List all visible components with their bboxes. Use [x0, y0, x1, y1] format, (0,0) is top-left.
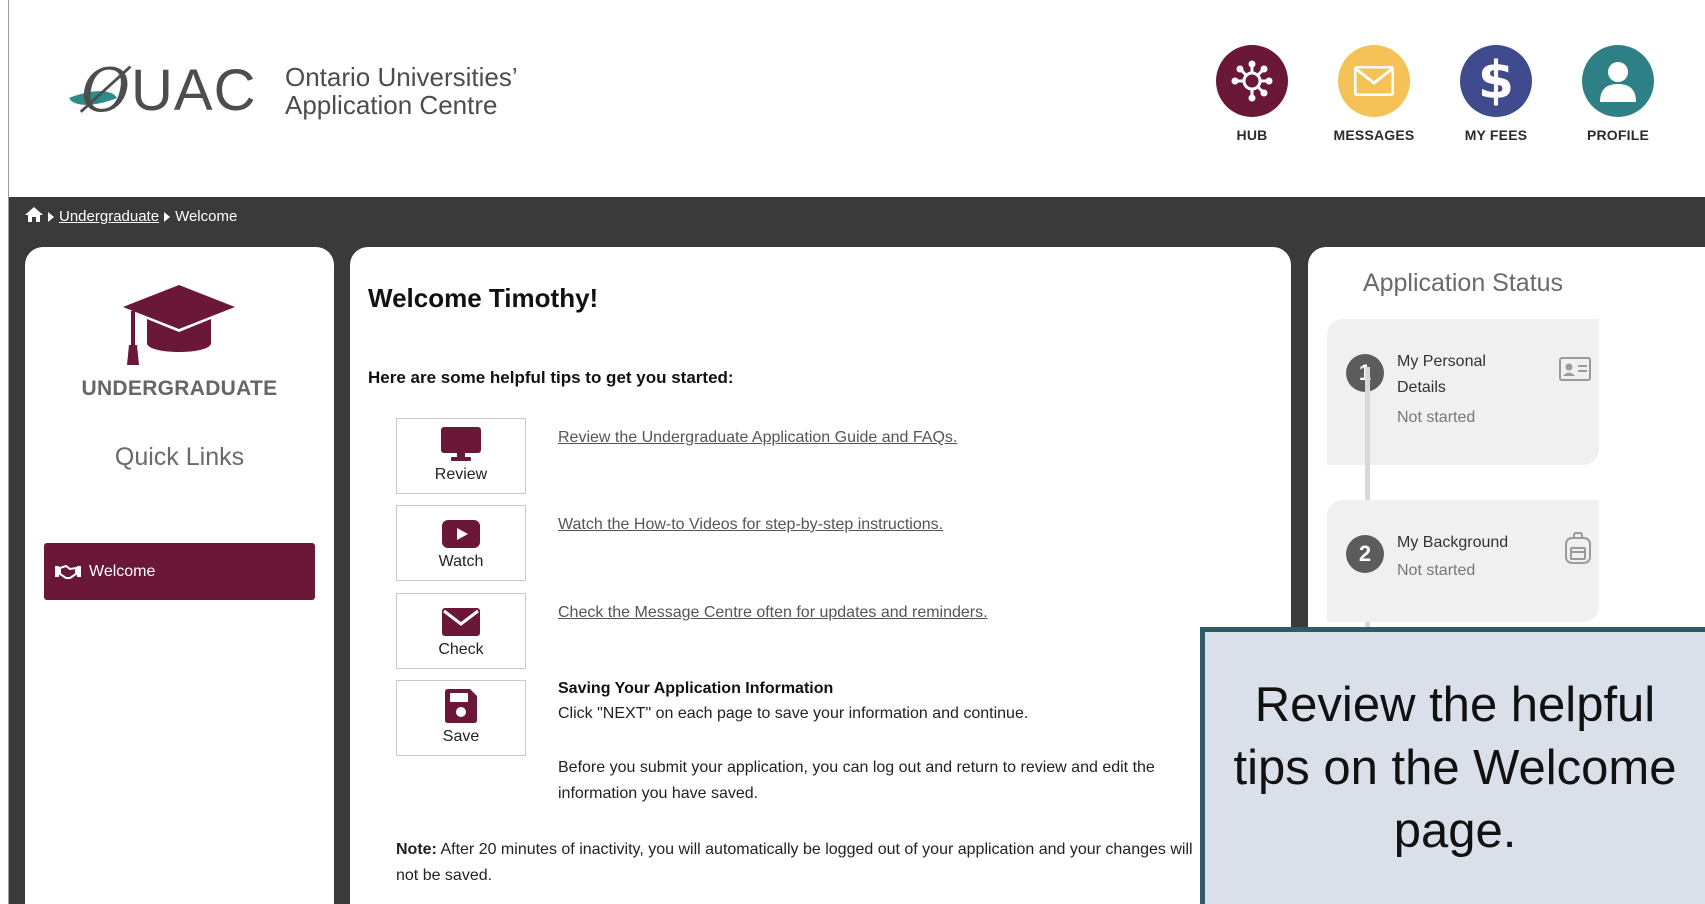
- tip-review-box: Review: [396, 418, 526, 494]
- save-instructions: Click "NEXT" on each page to save your i…: [558, 705, 1029, 722]
- monitor-icon: [397, 419, 525, 461]
- note-text: After 20 minutes of inactivity, you will…: [396, 841, 1193, 884]
- tip-check-label: Check: [438, 641, 484, 658]
- breadcrumb-link-undergraduate[interactable]: Undergraduate: [59, 208, 159, 225]
- nav-hub-label: HUB: [1236, 127, 1268, 143]
- nav-messages-label: MESSAGES: [1333, 127, 1415, 143]
- home-icon[interactable]: [25, 207, 43, 226]
- quick-link-welcome[interactable]: Welcome: [44, 543, 315, 600]
- step-status: Not started: [1397, 409, 1476, 426]
- step-name-line1: My Personal: [1397, 353, 1486, 370]
- breadcrumb-separator-icon: [48, 211, 54, 222]
- status-title: Application Status: [1362, 269, 1564, 297]
- note-label: Note:: [396, 841, 437, 858]
- sidebar: UNDERGRADUATE Quick Links Welcome: [25, 247, 334, 904]
- logo-o-glyph: Ø: [81, 56, 131, 126]
- save-details: Before you submit your application, you …: [558, 759, 1155, 802]
- nav-messages-button[interactable]: MESSAGES: [1319, 45, 1429, 143]
- dollar-icon: $: [1460, 45, 1532, 117]
- nav-profile-button[interactable]: PROFILE: [1563, 45, 1673, 143]
- nav-fees-label: MY FEES: [1464, 127, 1528, 143]
- tips-heading: Here are some helpful tips to get you st…: [368, 368, 734, 387]
- tip-review-label: Review: [434, 466, 488, 483]
- step-status: Not started: [1397, 562, 1476, 579]
- envelope-icon: [1338, 45, 1410, 117]
- step-number-badge: 2: [1346, 535, 1384, 573]
- breadcrumb: Undergraduate Welcome: [25, 207, 237, 226]
- logo-text-line1: Ontario Universities’: [285, 62, 518, 92]
- sidebar-title: UNDERGRADUATE: [81, 377, 278, 400]
- site-header: Ø UAC Ontario Universities’ Application …: [9, 1, 1705, 197]
- quick-links-title: Quick Links: [114, 443, 245, 471]
- ouac-logo[interactable]: Ø UAC Ontario Universities’ Application …: [69, 56, 518, 126]
- tip-review-link[interactable]: Review the Undergraduate Application Gui…: [558, 429, 957, 447]
- tip-save-box: Save: [396, 680, 526, 756]
- envelope-icon: [397, 594, 525, 636]
- page-title: Welcome Timothy!: [368, 283, 599, 313]
- tutorial-callout: Review the helpful tips on the Welcome p…: [1200, 627, 1705, 904]
- callout-text: Review the helpful tips on the Welcome p…: [1233, 677, 1677, 858]
- tip-save-label: Save: [442, 728, 480, 745]
- inactivity-note: Note: After 20 minutes of inactivity, yo…: [396, 837, 1196, 889]
- floppy-disk-icon: [397, 681, 525, 723]
- handshake-icon: [55, 564, 81, 580]
- logo-text-line2: Application Centre: [285, 90, 498, 120]
- save-heading: Saving Your Application Information: [558, 680, 834, 697]
- breadcrumb-current: Welcome: [175, 208, 238, 225]
- tip-watch-label: Watch: [438, 553, 484, 570]
- breadcrumb-separator-icon: [164, 211, 171, 222]
- quick-link-label: Welcome: [89, 562, 156, 580]
- hub-icon: [1216, 45, 1288, 117]
- logo-mark: Ø UAC: [69, 56, 271, 126]
- tip-watch-link[interactable]: Watch the How-to Videos for step-by-step…: [558, 516, 943, 534]
- main-content: Welcome Timothy! Here are some helpful t…: [350, 247, 1291, 904]
- logo-mark-text: UAC: [131, 58, 257, 123]
- id-card-icon: [1559, 357, 1591, 386]
- header-nav: HUB MESSAGES $ MY FEES PROFILE: [1185, 45, 1705, 145]
- backpack-icon: [1565, 532, 1591, 569]
- graduation-cap-icon: [123, 285, 235, 372]
- step-name-line2: Details: [1397, 379, 1446, 396]
- tip-watch-box: Watch: [396, 505, 526, 581]
- tip-check-box: Check: [396, 593, 526, 669]
- nav-profile-label: PROFILE: [1586, 127, 1650, 143]
- step-name: My Background: [1397, 534, 1509, 551]
- nav-fees-button[interactable]: $ MY FEES: [1441, 45, 1551, 143]
- logo-text: Ontario Universities’ Application Centre: [285, 63, 518, 119]
- step-name: My Personal Details: [1397, 349, 1486, 401]
- play-icon: [397, 506, 525, 548]
- tip-check-link[interactable]: Check the Message Centre often for updat…: [558, 604, 988, 622]
- status-step-background[interactable]: 2 My Background Not started: [1327, 500, 1599, 622]
- nav-hub-button[interactable]: HUB: [1197, 45, 1307, 143]
- user-icon: [1582, 45, 1654, 117]
